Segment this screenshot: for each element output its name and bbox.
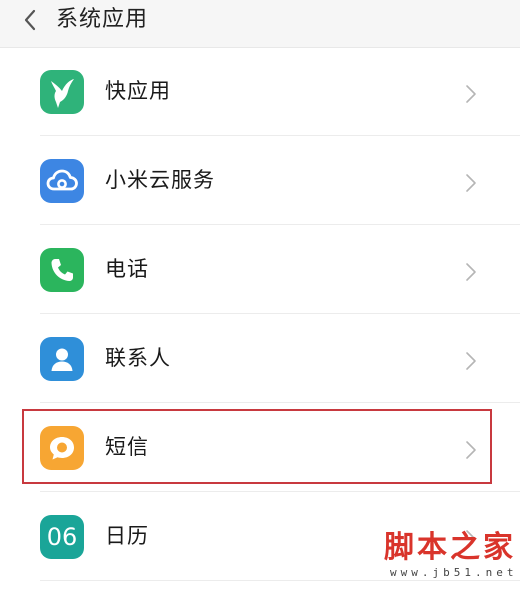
list-item-phone[interactable]: 电话 xyxy=(0,226,520,314)
contact-person-icon xyxy=(40,337,84,381)
divider xyxy=(40,313,520,314)
calendar-icon: 06 xyxy=(40,515,84,559)
list-item-label: 小米云服务 xyxy=(105,168,215,192)
divider xyxy=(40,135,520,136)
list-item-label: 联系人 xyxy=(105,346,171,370)
highlight-annotation-box xyxy=(22,409,492,484)
back-button[interactable] xyxy=(18,6,42,34)
list-item-label: 快应用 xyxy=(105,79,171,103)
divider xyxy=(40,491,520,492)
chevron-right-icon xyxy=(466,174,476,192)
page-title: 系统应用 xyxy=(56,7,149,32)
list-item-label: 日历 xyxy=(105,524,149,548)
watermark-url: www.jb51.net xyxy=(390,566,518,579)
chevron-right-icon xyxy=(466,85,476,103)
cloud-icon xyxy=(40,159,84,203)
phone-icon xyxy=(40,248,84,292)
settings-page: 系统应用 快应用 小米云服务 电话 联系人 短信 06 日历 脚本之家 www.… xyxy=(0,0,520,589)
watermark: 脚本之家 www.jb51.net xyxy=(378,530,518,586)
list-item-contacts[interactable]: 联系人 xyxy=(0,315,520,403)
list-item-quick-app[interactable]: 快应用 xyxy=(0,48,520,136)
list-item-mi-cloud[interactable]: 小米云服务 xyxy=(0,137,520,225)
top-bar: 系统应用 xyxy=(0,0,520,48)
calendar-date-text: 06 xyxy=(46,523,78,551)
divider xyxy=(40,402,520,403)
chevron-left-icon xyxy=(24,9,36,31)
divider xyxy=(40,224,520,225)
list-item-label: 电话 xyxy=(105,257,149,281)
hummingbird-icon xyxy=(40,70,84,114)
chevron-right-icon xyxy=(466,352,476,370)
chevron-right-icon xyxy=(466,263,476,281)
watermark-logo-text: 脚本之家 xyxy=(384,530,516,565)
